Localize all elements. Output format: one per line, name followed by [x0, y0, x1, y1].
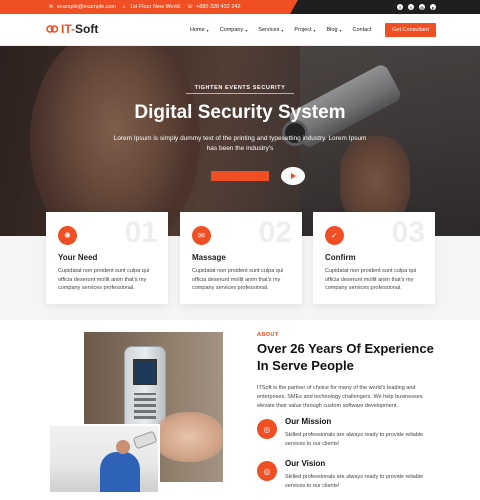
keypad-screen [133, 359, 157, 385]
message-icon: ✉ [192, 226, 211, 245]
topbar-email-text: example@example.com [57, 4, 117, 10]
feature-text: Skilled professionals are always ready t… [285, 474, 424, 489]
hero-title: Digital Security System [134, 102, 346, 123]
facebook-icon[interactable]: f [397, 4, 403, 10]
topbar-address: ⌂ 1st Floor New World. [121, 0, 181, 14]
pinterest-icon[interactable]: p [430, 4, 436, 10]
feature-card-confirm: 03 ✓ Confirm Cupidatat non proident sunt… [313, 212, 435, 304]
target-icon: ◎ [257, 419, 277, 439]
hero-text: Lorem Ipsum is simply dummy text of the … [113, 135, 367, 152]
logo[interactable]: IT-Soft [46, 22, 98, 36]
nav-item-label: Project [294, 27, 312, 33]
phone-icon: ☏ [186, 4, 194, 10]
mail-icon: ✉ [48, 4, 54, 10]
nav-item-blog[interactable]: Blog ▾ [327, 27, 342, 33]
nav-item-services[interactable]: Services ▾ [258, 27, 283, 33]
feature-card-your-need: 01 ✺ Your Need Cupidatat non proident su… [46, 212, 168, 304]
play-video-button[interactable] [281, 167, 305, 185]
about-label: ABOUT [257, 332, 279, 338]
logo-icon [46, 25, 58, 33]
nav-item-label: Contact [352, 27, 372, 33]
chevron-down-icon: ▾ [281, 27, 284, 33]
topbar-phone[interactable]: ☏ +880 320 432 242 [187, 0, 241, 14]
logo-text-it: IT- [61, 22, 75, 36]
topbar-email[interactable]: ✉ example@example.com [48, 0, 116, 14]
logo-text: IT-Soft [61, 22, 98, 36]
chevron-down-icon: ▾ [206, 27, 209, 33]
feature-text: Skilled professionals are always ready t… [285, 432, 424, 447]
nav-item-company[interactable]: Company ▾ [220, 27, 248, 33]
target-icon: ◎ [257, 461, 277, 481]
instagram-icon[interactable]: ◎ [419, 4, 425, 10]
chevron-down-icon: ▾ [339, 27, 342, 33]
feature-title: Our Mission [285, 417, 332, 426]
nav-item-label: Blog [326, 27, 338, 33]
card-title: Massage [192, 253, 226, 262]
technician-body [100, 452, 140, 492]
location-icon: ⌂ [122, 4, 126, 10]
play-icon [290, 173, 296, 179]
top-bar: ✉ example@example.com ⌂ 1st Floor New Wo… [0, 0, 480, 14]
card-title: Confirm [325, 253, 356, 262]
topbar-phone-text: +880 320 432 242 [196, 4, 241, 10]
chevron-down-icon: ▾ [245, 27, 248, 33]
twitter-icon[interactable]: t [408, 4, 414, 10]
check-icon: ✓ [325, 226, 344, 245]
about-title: Over 26 Years Of Experience In Serve Peo… [257, 341, 434, 373]
chevron-down-icon: ▾ [313, 27, 316, 33]
feature-card-massage: 02 ✉ Massage Cupidatat non proident sunt… [180, 212, 302, 304]
technician-head [116, 440, 130, 454]
card-title: Your Need [58, 253, 98, 262]
hero-banner: TIGHTEN EVENTS SECURITY Digital Security… [0, 46, 480, 236]
nav-item-label: Home [190, 27, 205, 33]
site-header: IT-Soft Home ▾ Company ▾ Services ▾ Project… [0, 14, 480, 46]
get-consultant-button[interactable]: Get Consultant [385, 23, 436, 37]
nav-item-label: Company [219, 27, 244, 33]
about-image-technician [48, 424, 160, 494]
nav-item-project[interactable]: Project ▾ [294, 27, 315, 33]
card-text: Cupidatat non proident sunt culpa qui of… [58, 268, 150, 291]
nav-item-home[interactable]: Home ▾ [190, 27, 209, 33]
card-number: 01 [124, 216, 158, 249]
keypad-keys [134, 393, 156, 419]
card-number: 02 [258, 216, 292, 249]
nav-item-contact[interactable]: Contact [353, 27, 372, 33]
card-number: 03 [391, 216, 425, 249]
main-nav: Home ▾ Company ▾ Services ▾ Project ▾ Blog ▾ … [190, 14, 372, 46]
card-text: Cupidatat non proident sunt culpa qui of… [325, 268, 417, 291]
hero-button[interactable] [211, 171, 269, 181]
feature-title: Our Vision [285, 459, 326, 468]
social-links: f t ◎ p [397, 0, 436, 14]
hand-image [154, 412, 223, 462]
topbar-address-text: 1st Floor New World. [130, 4, 182, 10]
logo-text-soft: Soft [75, 22, 99, 36]
hero-subtitle: TIGHTEN EVENTS SECURITY [0, 85, 480, 94]
nav-item-label: Services [258, 27, 280, 33]
about-text: ITSoft is the partner of choice for many… [257, 385, 423, 409]
target-icon: ✺ [58, 226, 77, 245]
card-text: Cupidatat non proident sunt culpa qui of… [192, 268, 284, 291]
